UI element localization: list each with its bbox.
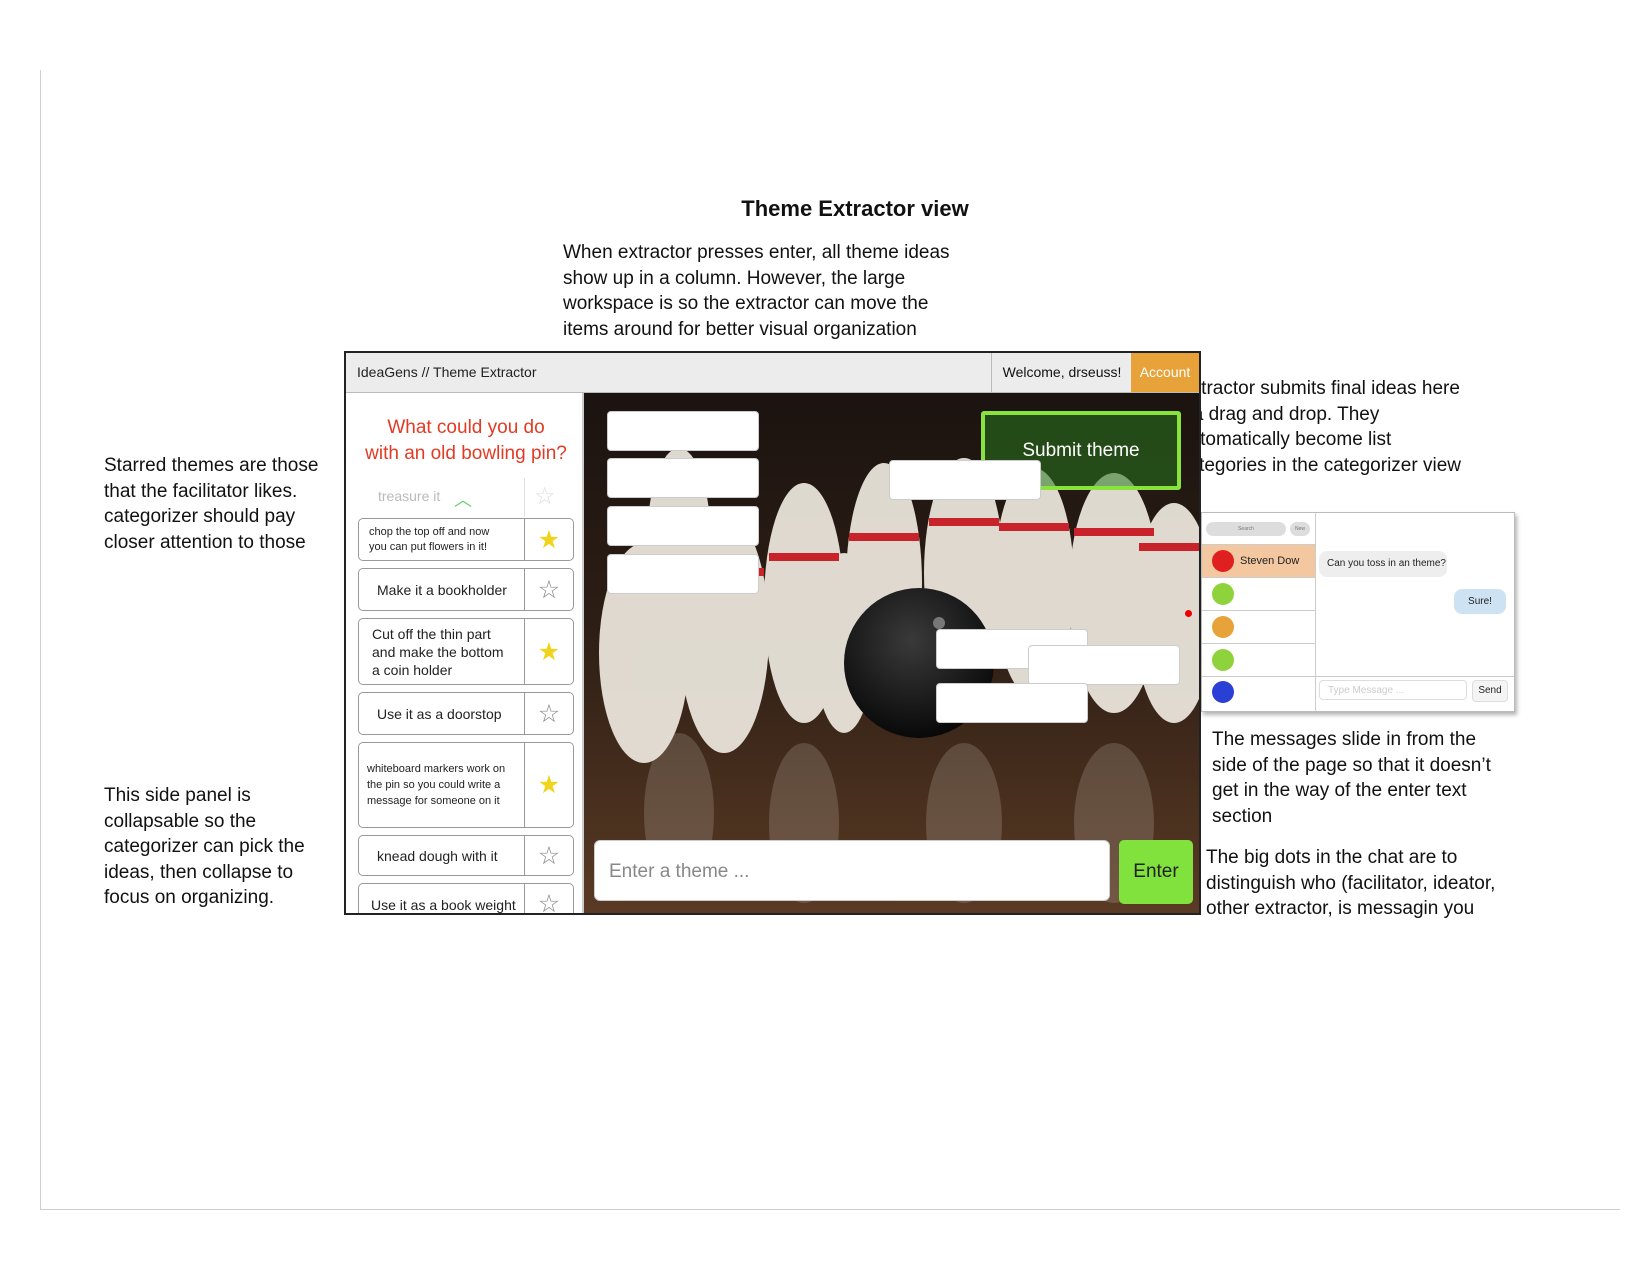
incoming-message-bubble: Can you toss in an theme? <box>1319 551 1447 577</box>
theme-card[interactable] <box>889 460 1041 500</box>
contact-dot[interactable] <box>1212 583 1234 605</box>
ideas-side-panel: What could you do with an old bowling pi… <box>346 393 584 913</box>
app-window: IdeaGens // Theme Extractor Welcome, drs… <box>344 351 1201 915</box>
chat-panel: Search New Steven Dow Can you toss in an… <box>1201 512 1515 712</box>
star-filled-icon[interactable]: ★ <box>525 637 573 667</box>
contact-divider <box>1202 544 1315 545</box>
note-messages-slide: The messages slide in from the side of t… <box>1212 729 1491 827</box>
note-chat-dots: The big dots in the chat are to distingu… <box>1206 847 1496 919</box>
star-filled-icon[interactable]: ★ <box>525 770 573 800</box>
send-button[interactable]: Send <box>1472 680 1508 702</box>
star-outline-icon[interactable]: ☆ <box>525 699 573 729</box>
idea-item[interactable]: knead dough with it ☆ <box>358 835 574 876</box>
idea-text: Use it as a doorstop <box>377 705 502 722</box>
idea-text: Use it as a book weight <box>371 897 516 913</box>
idea-item[interactable]: Use it as a doorstop ☆ <box>358 692 574 735</box>
idea-text: Make it a bookholder <box>377 581 507 598</box>
contact-divider <box>1202 610 1315 611</box>
theme-card[interactable] <box>607 506 759 546</box>
contact-divider <box>1202 577 1315 578</box>
theme-card[interactable] <box>607 554 759 594</box>
app-title: IdeaGens // Theme Extractor <box>357 364 537 380</box>
chat-new-button[interactable]: New <box>1290 522 1310 536</box>
page-title: Theme Extractor view <box>741 196 969 221</box>
prompt-question: What could you do with an old bowling pi… <box>365 417 567 464</box>
page-border-left <box>40 70 41 1210</box>
star-outline-icon[interactable]: ☆ <box>525 889 573 914</box>
ghost-idea-text: treasure it <box>378 488 441 504</box>
account-button[interactable]: Account <box>1131 353 1199 392</box>
idea-text: chop the top off and now you can put flo… <box>369 525 490 553</box>
note-starred-themes: Starred themes are those that the facili… <box>104 455 319 553</box>
enter-button[interactable]: Enter <box>1119 840 1193 904</box>
theme-card[interactable] <box>1028 645 1180 685</box>
note-submit-area: Extractor submits final ideas here via d… <box>1179 378 1461 476</box>
theme-input[interactable]: Enter a theme ... <box>594 840 1110 901</box>
note-side-panel: This side panel is collapsable so the ca… <box>104 785 305 908</box>
contact-name[interactable]: Steven Dow <box>1240 555 1299 567</box>
idea-item[interactable]: chop the top off and now you can put flo… <box>358 518 574 561</box>
idea-item[interactable]: whiteboard markers work on the pin so yo… <box>358 742 574 828</box>
chat-search-button[interactable]: Search <box>1206 522 1286 536</box>
workspace-canvas[interactable]: Submit theme Enter a theme ... Enter <box>584 393 1199 913</box>
contact-dot[interactable] <box>1212 616 1234 638</box>
welcome-text: Welcome, drseuss! <box>991 353 1132 392</box>
idea-text: whiteboard markers work on the pin so yo… <box>367 763 506 807</box>
ghost-separator <box>524 478 525 516</box>
page-border-bottom <box>40 1209 1620 1210</box>
star-outline-icon[interactable]: ☆ <box>525 575 573 605</box>
theme-card[interactable] <box>607 458 759 498</box>
outgoing-message-bubble: Sure! <box>1454 589 1506 614</box>
chat-pointer-dot <box>1185 610 1192 617</box>
idea-item[interactable]: Use it as a book weight ☆ <box>358 883 574 913</box>
contact-dot-facilitator[interactable] <box>1212 550 1234 572</box>
idea-text: knead dough with it <box>377 847 498 864</box>
idea-item[interactable]: Make it a bookholder ☆ <box>358 568 574 611</box>
compose-divider <box>1315 676 1514 677</box>
drag-up-icon: ︿ <box>454 490 472 510</box>
contact-dot[interactable] <box>1212 681 1234 703</box>
dragging-idea-ghost[interactable]: treasure it ︿ ☆ <box>358 478 562 516</box>
star-filled-icon[interactable]: ★ <box>525 525 573 555</box>
idea-item[interactable]: Cut off the thin part and make the botto… <box>358 618 574 685</box>
star-outline-icon[interactable]: ☆ <box>525 841 573 871</box>
message-input[interactable]: Type Message ... <box>1319 680 1467 700</box>
chat-list-divider <box>1315 513 1316 711</box>
contact-divider <box>1202 643 1315 644</box>
idea-text: Cut off the thin part and make the botto… <box>372 625 504 678</box>
theme-card[interactable] <box>607 411 759 451</box>
star-outline-icon: ☆ <box>534 483 556 510</box>
contact-dot[interactable] <box>1212 649 1234 671</box>
top-bar: IdeaGens // Theme Extractor Welcome, drs… <box>346 353 1199 393</box>
note-column-layout: When extractor presses enter, all theme … <box>563 242 950 340</box>
theme-card[interactable] <box>936 683 1088 723</box>
contact-divider <box>1202 676 1315 677</box>
